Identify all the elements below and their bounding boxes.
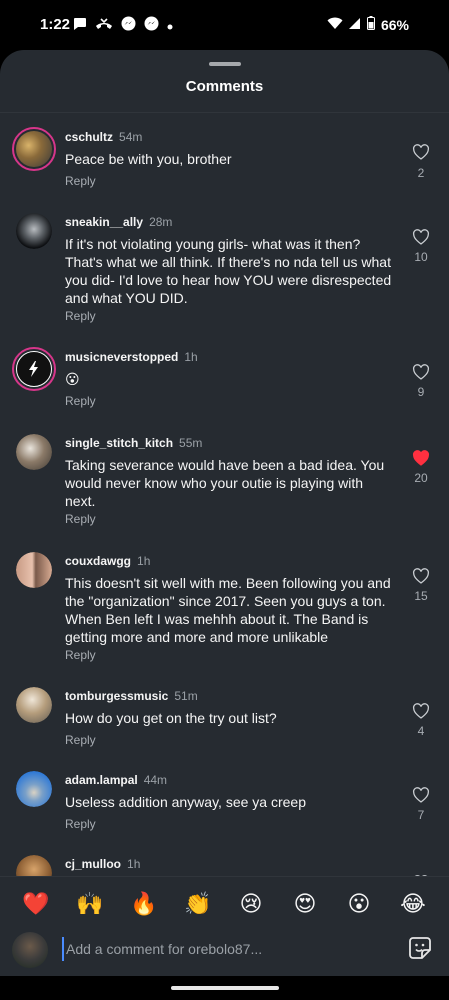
comments-sheet: Comments cschultz 54m Peace be with you, … [0,50,449,976]
like-count: 4 [417,724,425,738]
comment-username[interactable]: musicneverstopped [65,350,178,364]
system-nav-bar [0,976,449,1000]
comment-time: 51m [174,689,198,703]
current-user-avatar [12,932,48,968]
lightning-logo-icon [29,361,38,377]
home-gesture-handle[interactable] [171,986,279,990]
emoji-heart-eyes-button[interactable]: 😍 [289,891,321,917]
status-bar: 1:22 66% [0,0,449,50]
reply-button[interactable]: Reply [65,733,96,747]
comment-username[interactable]: cschultz [65,130,113,144]
avatar[interactable] [16,552,52,588]
comment-username[interactable]: adam.lampal [65,773,138,787]
comment-header: adam.lampal 44m [65,773,167,787]
emoji-fire-button[interactable]: 🔥 [128,891,160,917]
comment-text: Useless addition anyway, see ya creep [65,794,306,810]
heart-icon[interactable] [408,699,434,723]
comment-composer [0,928,449,976]
messenger-icon [121,16,136,35]
comment-time: 55m [179,436,203,450]
like-count: 15 [414,589,428,603]
comment-username[interactable]: tomburgessmusic [65,689,168,703]
heart-icon[interactable] [408,564,434,588]
drag-handle[interactable] [209,62,241,66]
comment-text: Taking severance would have been a bad i… [65,457,385,509]
comment-header: couxdawgg 1h [65,554,150,568]
avatar[interactable] [16,213,52,249]
avatar[interactable] [16,771,52,807]
status-time: 1:22 [40,16,71,33]
avatar[interactable] [16,434,52,470]
like-count: 10 [414,250,428,264]
notification-icons [72,16,173,35]
reply-button[interactable]: Reply [65,394,96,408]
status-right: 66% [327,16,409,33]
comment-username[interactable]: sneakin__ally [65,215,143,229]
comment-header: tomburgessmusic 51m [65,689,198,703]
reply-button[interactable]: Reply [65,309,96,323]
comment-input[interactable] [62,937,362,961]
comment-time: 44m [143,773,168,787]
emoji-quick-bar: ❤️ 🙌 🔥 👏 😢 😍 😮 😂 [0,876,449,928]
comments-list[interactable]: cschultz 54m Peace be with you, brother R… [0,113,449,878]
avatar[interactable] [12,347,56,391]
emoji-heart-button[interactable]: ❤️ [20,891,52,917]
heart-icon[interactable] [408,360,434,384]
reply-button[interactable]: Reply [65,648,96,662]
dot-icon [167,18,173,34]
comment-text: This doesn't sit well with me. Been foll… [65,575,391,645]
comment-time: 1h [127,857,141,871]
battery-icon [366,16,375,33]
heart-icon[interactable] [408,225,434,249]
comment-text: How do you get on the try out list? [65,710,277,726]
comment-username[interactable]: cj_mulloo [65,857,121,871]
heart-icon[interactable] [408,140,434,164]
comment-time: 1h [184,350,198,364]
reply-button[interactable]: Reply [65,512,96,526]
emoji-crying-button[interactable]: 😢 [235,891,267,917]
reply-button[interactable]: Reply [65,174,96,188]
avatar[interactable] [16,687,52,723]
like-count: 2 [417,166,425,180]
sticker-icon[interactable] [408,936,434,962]
emoji-raised-hands-button[interactable]: 🙌 [74,891,106,917]
battery-percent: 66% [380,16,409,33]
heart-icon[interactable] [408,783,434,807]
avatar[interactable] [16,855,52,878]
comment-header: cschultz 54m [65,130,142,144]
comment-username[interactable]: single_stitch_kitch [65,436,173,450]
like-count: 7 [417,808,425,822]
missed-call-icon [95,17,113,35]
comment-text: 😮 [65,371,80,387]
sheet-title: Comments [185,78,264,95]
like-count: 20 [414,471,428,485]
emoji-laughing-button[interactable]: 😂 [397,891,429,917]
comment-header: musicneverstopped 1h [65,350,198,364]
comment-header: cj_mulloo 1h [65,857,140,871]
comment-time: 28m [149,215,173,229]
wifi-icon [327,17,343,33]
comment-header: sneakin__ally 28m [65,215,172,229]
comment-text: Peace be with you, brother [65,151,232,167]
comment-text: If it's not violating young girls- what … [65,236,392,306]
like-count: 9 [417,385,425,399]
message-icon [72,17,87,35]
comment-username[interactable]: couxdawgg [65,554,131,568]
heart-filled-icon[interactable] [408,446,434,470]
messenger-icon [144,16,159,35]
reply-button[interactable]: Reply [65,817,96,831]
avatar[interactable] [12,127,56,171]
comment-time: 54m [119,130,143,144]
signal-icon [348,17,361,33]
emoji-clap-button[interactable]: 👏 [182,891,214,917]
comment-time: 1h [137,554,151,568]
emoji-surprised-button[interactable]: 😮 [343,891,375,917]
comment-header: single_stitch_kitch 55m [65,436,202,450]
